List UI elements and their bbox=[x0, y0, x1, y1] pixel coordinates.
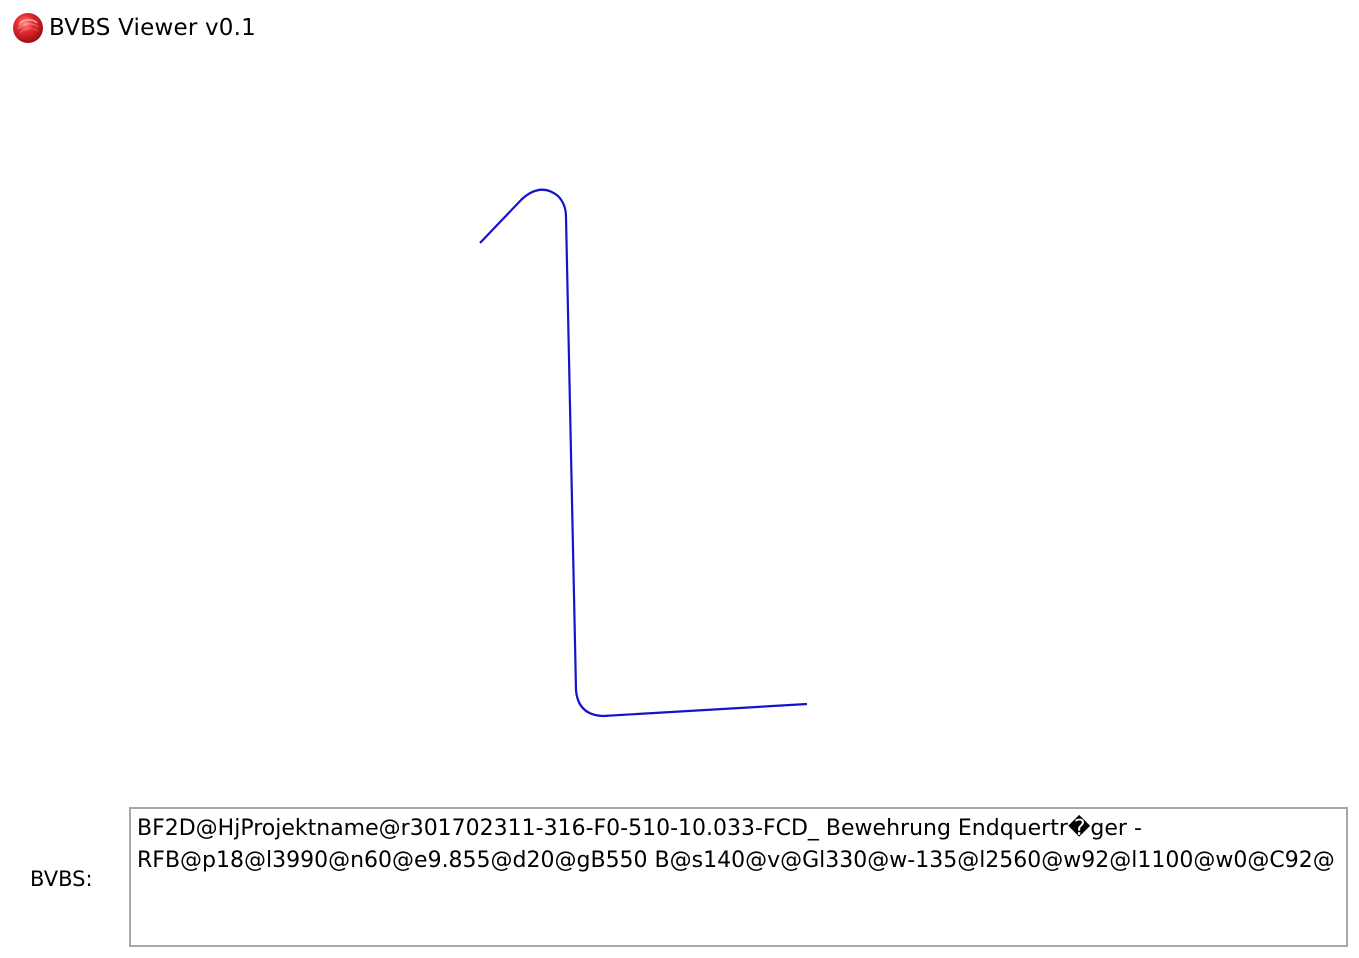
bvbs-text-field[interactable]: BF2D@HjProjektname@r301702311-316-F0-510… bbox=[129, 807, 1348, 947]
bent-bar-shape bbox=[479, 188, 808, 718]
app-window: BVBS Viewer v0.1 BVBS: BF2D@HjProjektnam… bbox=[0, 0, 1359, 958]
bar-shape-canvas bbox=[479, 188, 808, 718]
bvbs-label: BVBS: bbox=[30, 867, 93, 891]
red-sphere-icon bbox=[13, 13, 43, 43]
window-title: BVBS Viewer v0.1 bbox=[49, 15, 256, 41]
title-bar: BVBS Viewer v0.1 bbox=[0, 0, 1359, 58]
